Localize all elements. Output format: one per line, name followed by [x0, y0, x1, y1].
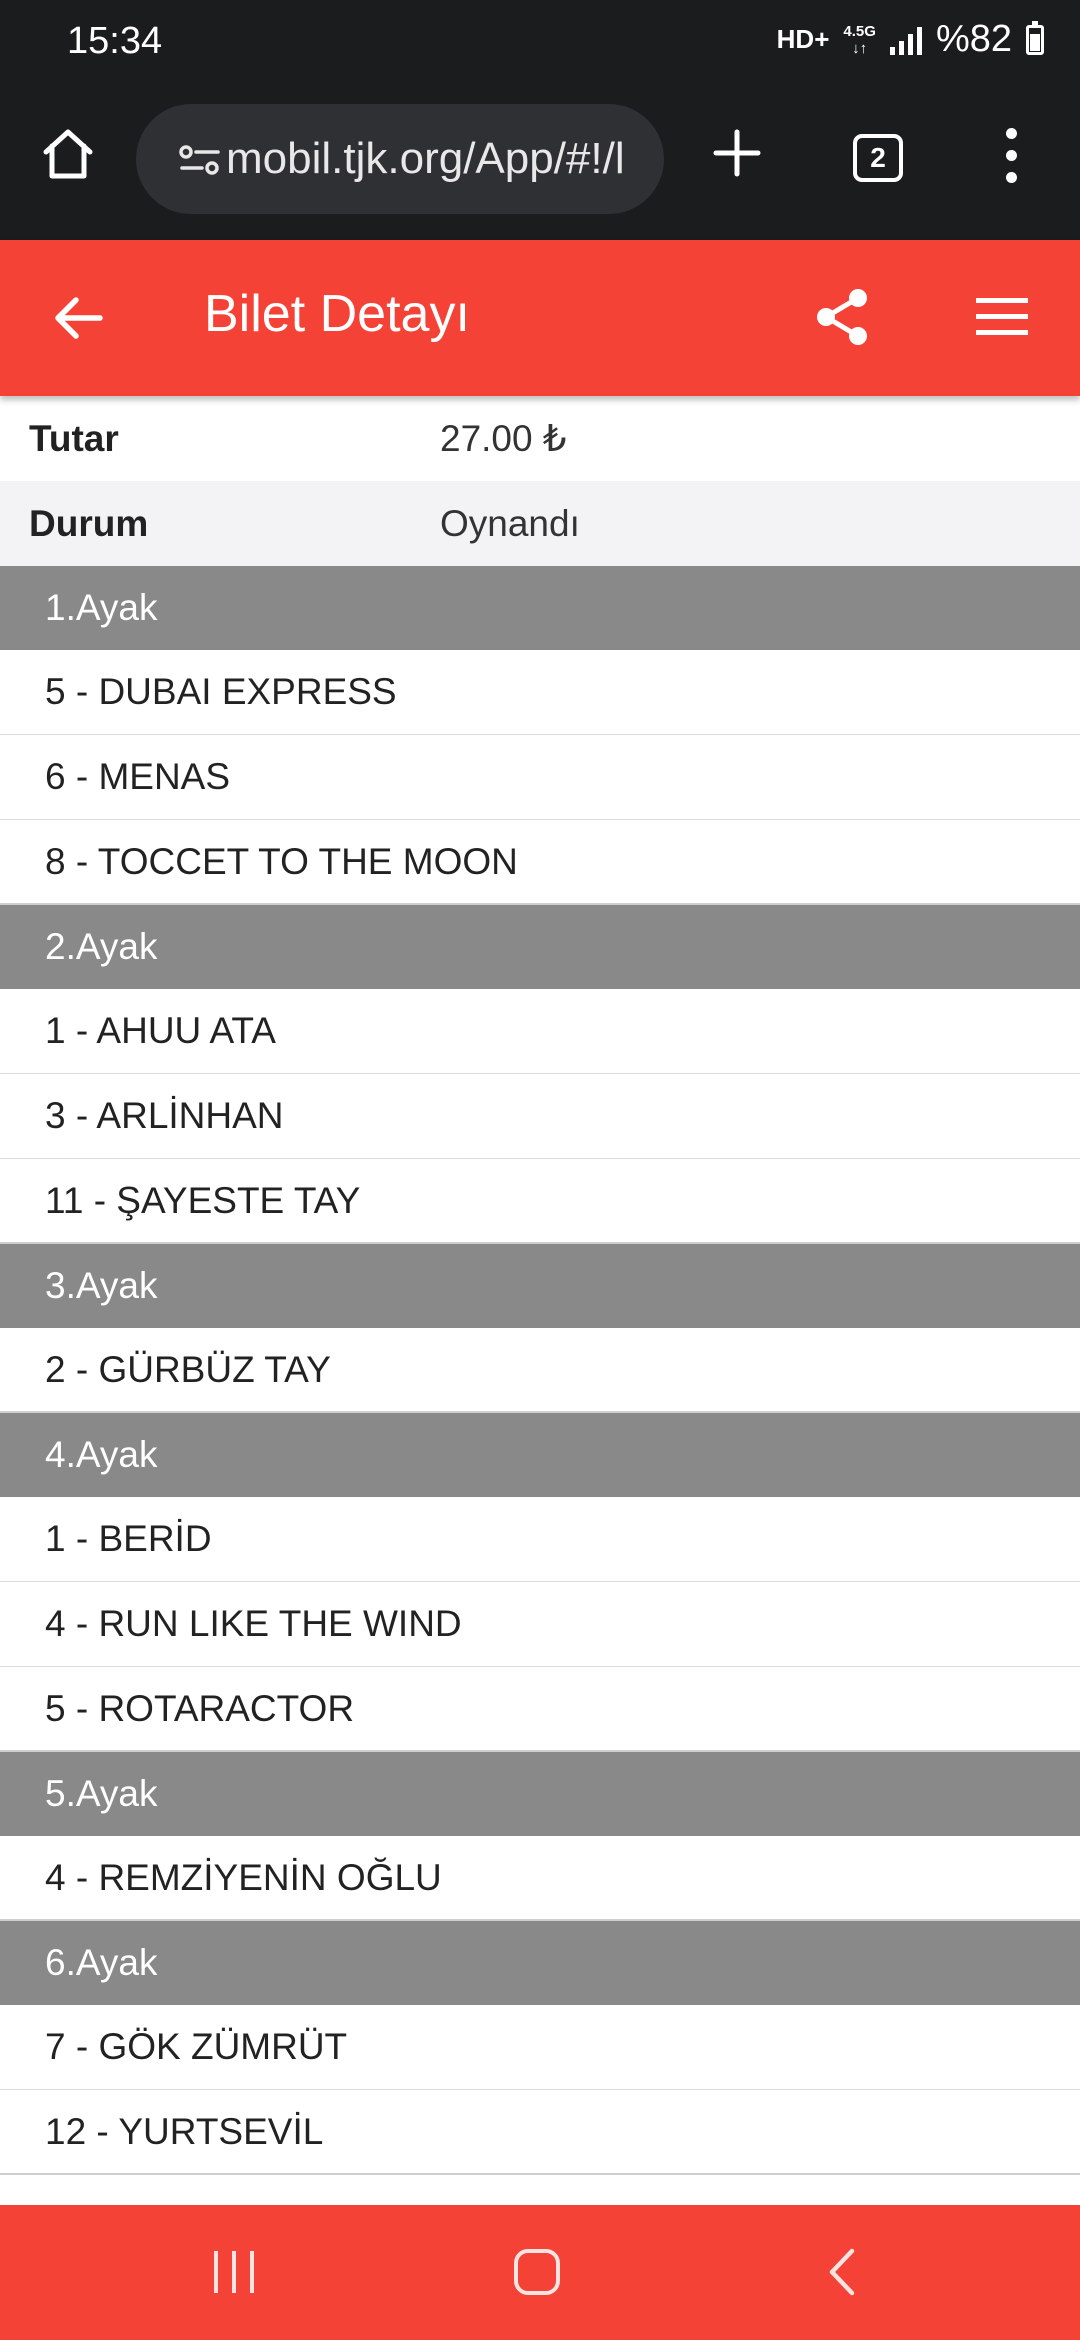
back-arrow-icon[interactable]: [48, 288, 108, 348]
status-row: Durum Oynandı: [0, 481, 1080, 566]
amount-value: 27.00 ₺: [440, 418, 567, 459]
status-label: Durum: [29, 502, 149, 544]
signal-icon: [889, 25, 922, 55]
hd-voice-icon: HD+: [776, 24, 830, 54]
horse-row: 2 - GÜRBÜZ TAY: [0, 1328, 1080, 1413]
horse-row: 5 - ROTARACTOR: [0, 1667, 1080, 1752]
system-nav-bar: [0, 2205, 1080, 2340]
leg-header: 5.Ayak: [0, 1752, 1080, 1836]
page-title: Bilet Detayı: [204, 285, 470, 343]
horse-row: 6 - MENAS: [0, 735, 1080, 820]
horse-row: 3 - ARLİNHAN: [0, 1074, 1080, 1159]
home-button-icon[interactable]: [514, 2249, 560, 2295]
battery-percent: %82: [935, 18, 1012, 60]
url-text[interactable]: mobil.tjk.org/App/#!/l: [226, 134, 625, 184]
status-bar: 15:34 HD+ 4.5G ↓↑ %82: [0, 0, 1080, 88]
leg-header: 2.Ayak: [0, 905, 1080, 989]
network-type-icon: 4.5G ↓↑: [843, 22, 876, 57]
horse-row: 4 - REMZİYENİN OĞLU: [0, 1836, 1080, 1921]
leg-header: 4.Ayak: [0, 1413, 1080, 1497]
leg-header: 3.Ayak: [0, 1244, 1080, 1328]
horse-row: 11 - ŞAYESTE TAY: [0, 1159, 1080, 1244]
hamburger-menu-icon[interactable]: [974, 294, 1030, 340]
nav-back-icon[interactable]: [826, 2247, 856, 2297]
ticket-details: Tutar 27.00 ₺ Durum Oynandı 1.Ayak 5 - D…: [0, 396, 1080, 2175]
home-icon[interactable]: [38, 124, 98, 184]
new-tab-icon[interactable]: [712, 128, 762, 178]
share-icon[interactable]: [812, 286, 874, 348]
horse-row: 4 - RUN LIKE THE WIND: [0, 1582, 1080, 1667]
site-settings-icon[interactable]: [178, 144, 222, 176]
horse-row: 1 - AHUU ATA: [0, 989, 1080, 1074]
tab-switcher-button[interactable]: 2: [853, 134, 903, 182]
status-value: Oynandı: [440, 502, 580, 544]
horse-row: 7 - GÖK ZÜMRÜT: [0, 2005, 1080, 2090]
more-options-icon[interactable]: [1000, 128, 1024, 184]
recent-apps-icon[interactable]: [214, 2251, 258, 2293]
horse-row: 12 - YURTSEVİL: [0, 2090, 1080, 2175]
amount-label: Tutar: [29, 417, 119, 459]
horse-row: 8 - TOCCET TO THE MOON: [0, 820, 1080, 905]
app-bar: Bilet Detayı: [0, 240, 1080, 396]
status-indicators: HD+ 4.5G ↓↑ %82: [777, 18, 1044, 61]
status-time: 15:34: [67, 20, 163, 62]
horse-row: 5 - DUBAI EXPRESS: [0, 650, 1080, 735]
browser-toolbar: mobil.tjk.org/App/#!/l 2: [0, 88, 1080, 240]
leg-header: 6.Ayak: [0, 1921, 1080, 2005]
leg-header: 1.Ayak: [0, 566, 1080, 650]
amount-row: Tutar 27.00 ₺: [0, 396, 1080, 481]
address-bar[interactable]: mobil.tjk.org/App/#!/l: [136, 104, 664, 214]
horse-row: 1 - BERİD: [0, 1497, 1080, 1582]
battery-icon: [1026, 20, 1044, 55]
